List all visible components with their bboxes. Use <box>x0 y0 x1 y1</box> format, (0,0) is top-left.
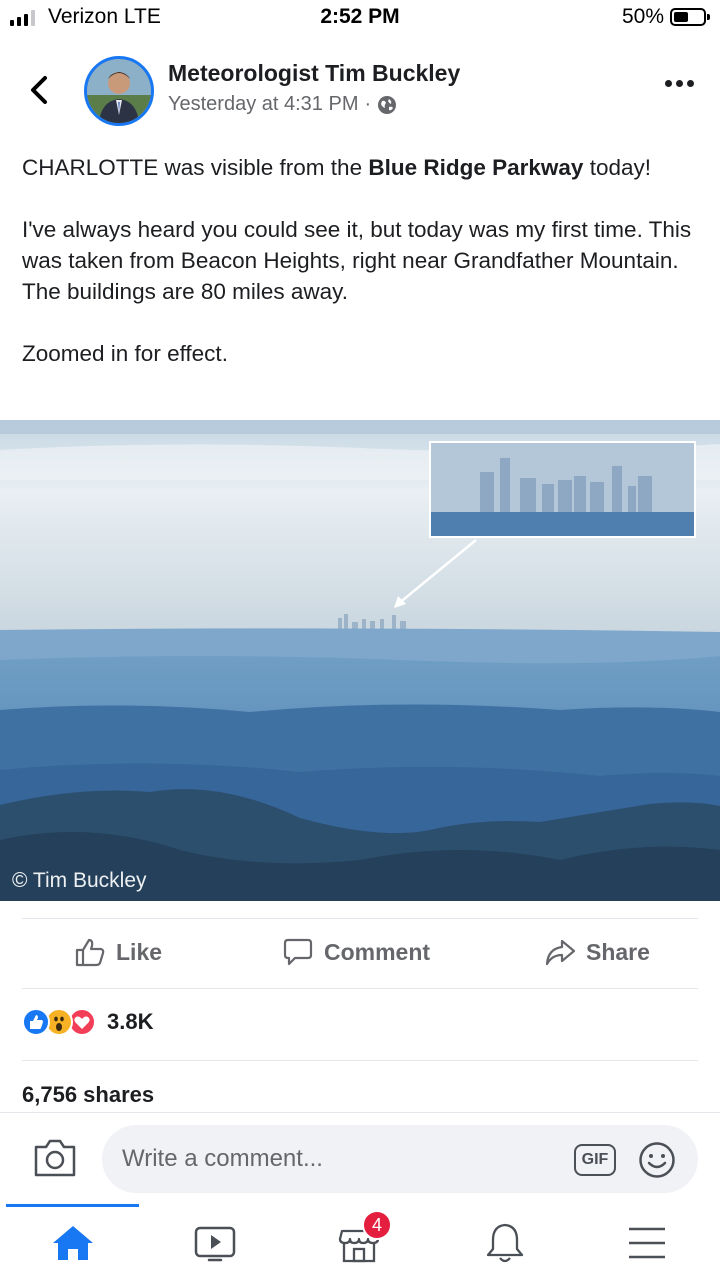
divider <box>22 1060 698 1061</box>
globe-icon <box>378 95 397 114</box>
share-button[interactable]: Share <box>544 936 650 968</box>
author-avatar[interactable] <box>84 56 154 126</box>
gif-button[interactable]: GIF <box>574 1144 616 1176</box>
reaction-summary[interactable]: 3.8K <box>22 1008 153 1036</box>
profile-photo <box>87 59 151 123</box>
more-options-button[interactable] <box>665 80 694 87</box>
status-time: 2:52 PM <box>320 5 400 28</box>
back-button[interactable] <box>22 72 58 108</box>
comment-button[interactable]: Comment <box>282 936 430 968</box>
divider <box>22 988 698 989</box>
comment-label: Comment <box>324 938 431 965</box>
thumbs-up-icon <box>75 938 105 967</box>
reaction-count: 3.8K <box>107 1009 154 1034</box>
dot-icon <box>676 80 683 87</box>
post-actions: Like Comment Share <box>0 922 720 986</box>
nav-menu[interactable] <box>622 1218 672 1268</box>
menu-icon <box>629 1227 665 1259</box>
post-text: CHARLOTTE was visible from the Blue Ridg… <box>22 152 702 400</box>
bottom-navigation: 4 <box>0 1204 720 1280</box>
post-photo[interactable]: © Tim Buckley <box>0 420 720 901</box>
emoji-button[interactable] <box>638 1141 676 1179</box>
camera-button[interactable] <box>32 1137 78 1179</box>
camera-icon <box>34 1139 76 1177</box>
landscape-photo <box>0 420 720 901</box>
smiley-icon <box>639 1142 675 1178</box>
like-reaction-icon <box>22 1008 50 1036</box>
chevron-left-icon <box>31 76 47 104</box>
like-button[interactable]: Like <box>74 936 162 968</box>
post-bold-phrase: Blue Ridge Parkway <box>368 155 584 180</box>
post-timestamp[interactable]: Yesterday at 4:31 PM <box>168 93 359 116</box>
divider <box>22 918 698 919</box>
post-paragraph-2: I've always heard you could see it, but … <box>22 217 692 304</box>
status-bar: Verizon LTE 2:52 PM 50% <box>0 0 720 36</box>
comment-composer: GIF <box>0 1112 720 1204</box>
photo-credit: © Tim Buckley <box>12 869 147 892</box>
shares-count[interactable]: 6,756 shares <box>22 1082 154 1108</box>
like-label: Like <box>116 938 163 965</box>
home-icon <box>53 1226 93 1260</box>
dot-icon <box>687 80 694 87</box>
post-paragraph-1: CHARLOTTE was visible from the Blue Ridg… <box>22 155 651 180</box>
author-name[interactable]: Meteorologist Tim Buckley <box>168 60 460 87</box>
nav-marketplace[interactable]: 4 <box>334 1210 392 1268</box>
post-header: Meteorologist Tim Buckley Yesterday at 4… <box>0 48 720 138</box>
marketplace-badge: 4 <box>362 1210 392 1240</box>
watch-icon <box>194 1226 236 1262</box>
active-tab-indicator <box>6 1204 139 1207</box>
notifications-icon <box>486 1223 524 1263</box>
battery-percent: 50% <box>621 5 664 28</box>
post-meta: Yesterday at 4:31 PM · <box>168 93 397 116</box>
share-label: Share <box>586 938 650 965</box>
battery-icon <box>670 8 710 26</box>
post-paragraph-3: Zoomed in for effect. <box>22 341 228 366</box>
dot-icon <box>665 80 672 87</box>
nav-watch[interactable] <box>190 1218 240 1268</box>
nav-home[interactable] <box>48 1218 98 1268</box>
share-arrow-icon <box>545 939 576 966</box>
nav-notifications[interactable] <box>480 1218 530 1268</box>
meta-separator: · <box>364 93 372 115</box>
comment-bubble-icon <box>283 938 313 966</box>
